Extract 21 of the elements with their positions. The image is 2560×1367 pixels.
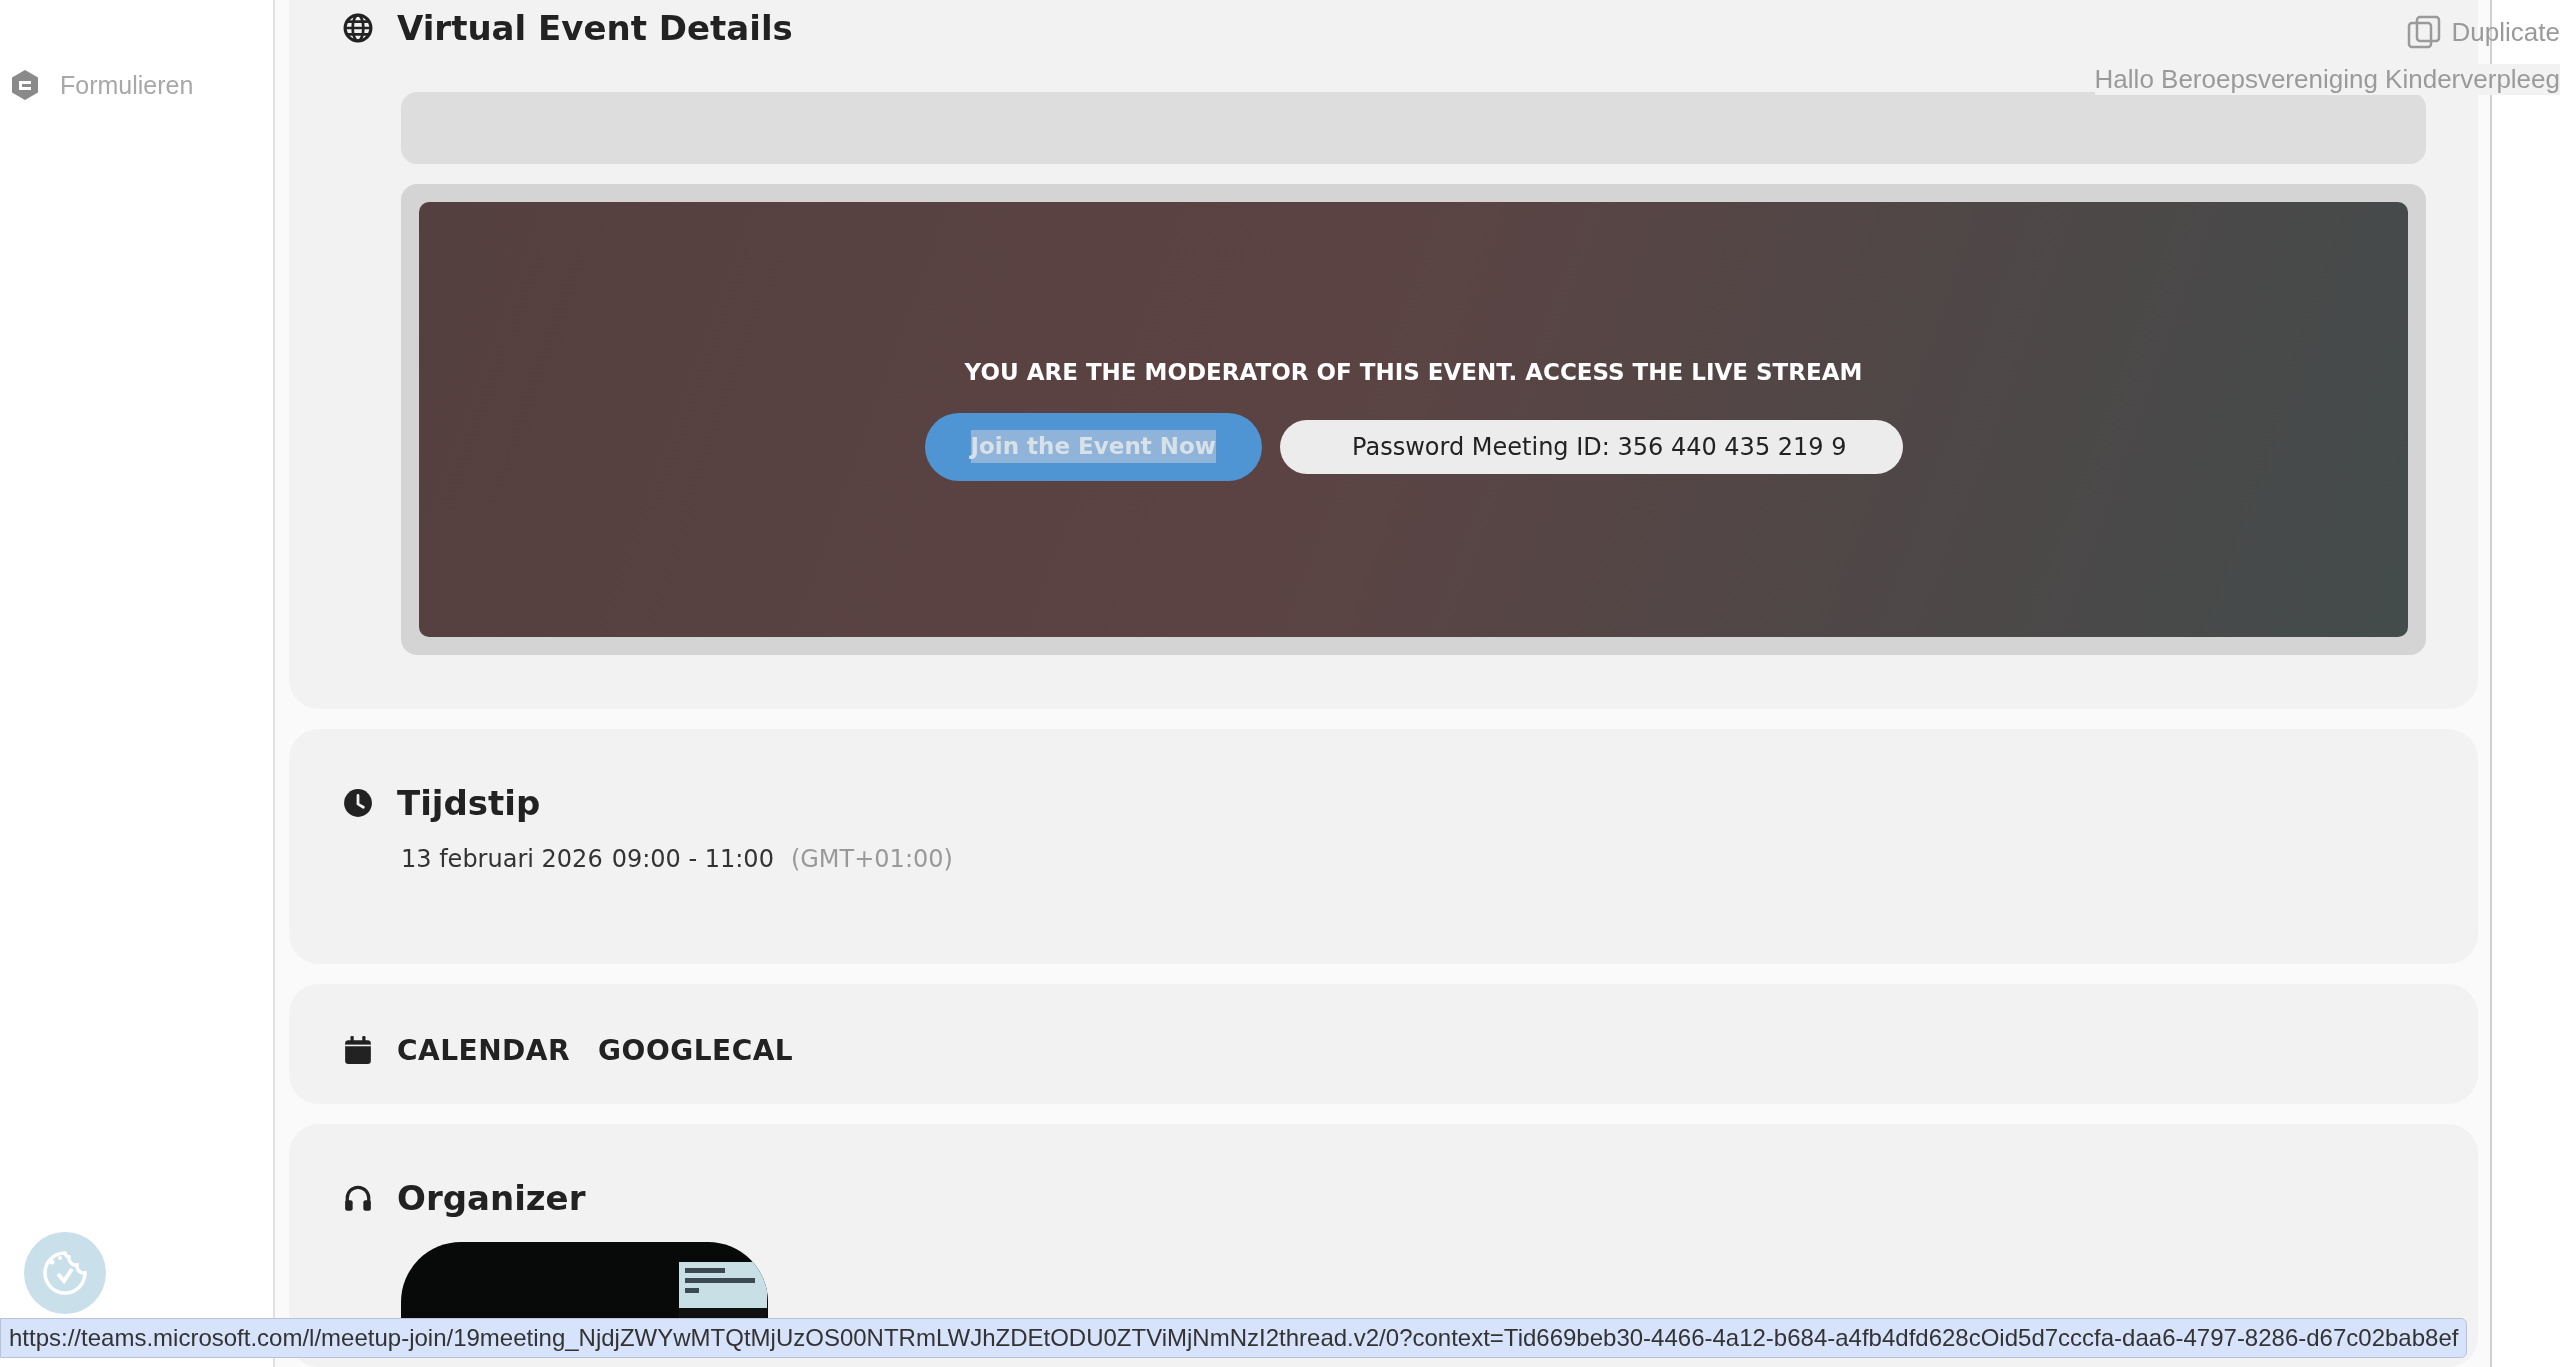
calendar-icon	[343, 1035, 373, 1065]
sidebar-item[interactable]: Formulieren	[0, 68, 273, 102]
greeting-text: Hallo Beroepsvereniging Kinderverpleeg	[2094, 64, 2560, 95]
form-logo-icon	[12, 70, 38, 100]
clock-icon	[343, 788, 373, 818]
status-bar-url: https://teams.microsoft.com/l/meetup-join/19meeting_NjdjZWYwMTQtMjUzOS00NTRmLWJhZDEtODU0ZTViMjNmNzI2thread.v2/0?context=Tid669beb30-4466-4a12-b684-a4fb4dfd628cOid5d7cccfa-daa6-4797-8286-d67c02bab8ef	[0, 1318, 2468, 1358]
section-title: Organizer	[397, 1178, 586, 1218]
moderator-message: YOU ARE THE MODERATOR OF THIS EVENT. ACCESS THE LIVE STREAM	[964, 358, 1863, 385]
section-title: Virtual Event Details	[397, 8, 793, 48]
globe-icon	[343, 13, 373, 43]
event-date: 13 februari 2026	[401, 845, 603, 873]
event-time: 09:00 - 11:00	[611, 845, 774, 873]
copy-icon	[2405, 14, 2442, 50]
calendar-link[interactable]: GOOGLECAL	[598, 1033, 794, 1067]
timezone: (GMT+01:00)	[790, 845, 953, 873]
cookie-icon	[40, 1248, 90, 1298]
calendar-link[interactable]: CALENDAR	[397, 1033, 571, 1067]
duplicate-link[interactable]: Duplicate	[2451, 16, 2560, 48]
section-title: Tijdstip	[397, 783, 541, 823]
headphones-icon	[343, 1183, 373, 1213]
meeting-id-pill: Password Meeting ID: 356 440 435 219 9	[1280, 419, 1903, 474]
